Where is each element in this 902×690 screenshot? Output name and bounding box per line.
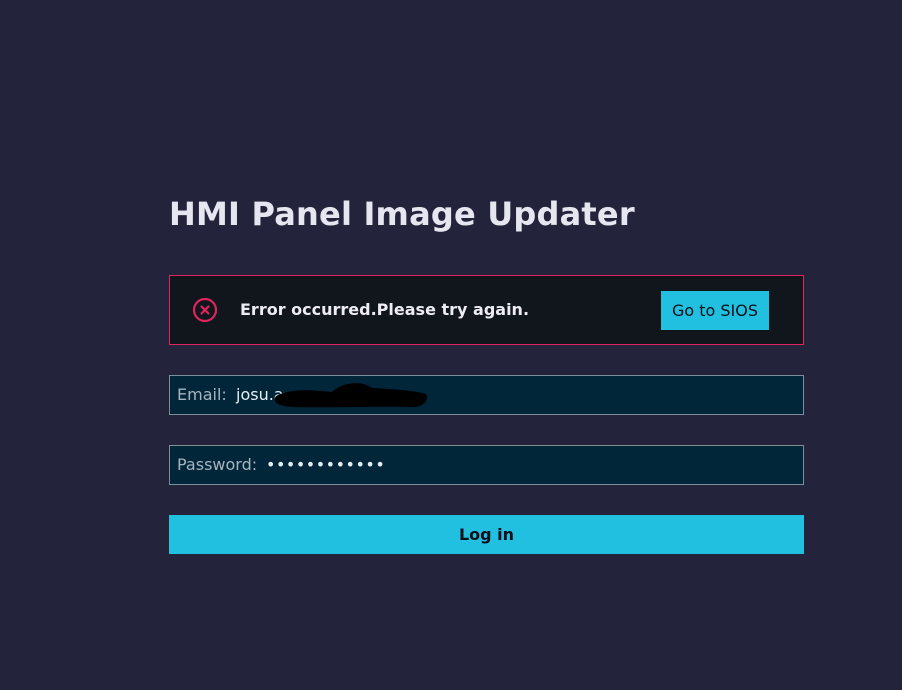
error-notification: Error occurred.Please try again. Go to S…: [169, 275, 804, 345]
login-button[interactable]: Log in: [169, 515, 804, 554]
email-field[interactable]: Email: josu.a: [169, 375, 804, 415]
redaction-mark: [274, 383, 428, 408]
login-page: { "page": { "title": "HMI Panel Image Up…: [0, 0, 902, 690]
error-message: Error occurred.Please try again.: [240, 300, 530, 319]
error-circle-x-icon: [192, 297, 218, 323]
page-title: HMI Panel Image Updater: [169, 195, 635, 233]
go-to-sios-button[interactable]: Go to SIOS: [661, 291, 769, 330]
password-label: Password:: [177, 455, 258, 474]
password-field[interactable]: Password: ••••••••••••: [169, 445, 804, 485]
password-value[interactable]: ••••••••••••: [266, 446, 385, 484]
email-label: Email:: [177, 385, 227, 404]
